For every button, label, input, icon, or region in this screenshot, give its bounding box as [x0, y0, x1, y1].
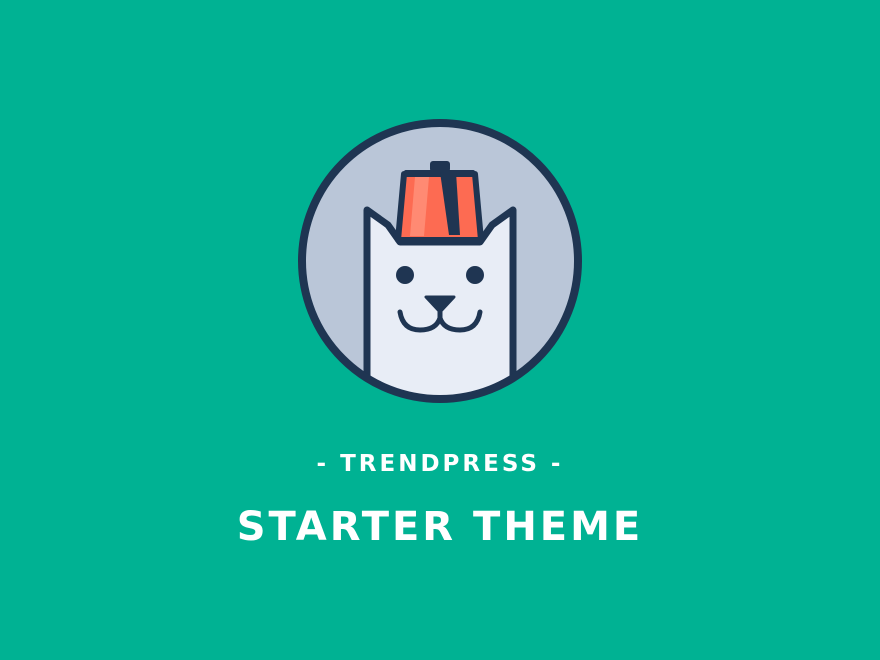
fez-hat — [395, 161, 484, 243]
splash-screen: - TRENDPRESS - STARTER THEME — [0, 0, 880, 660]
brand-title: STARTER THEME — [236, 504, 644, 550]
cat-with-fez-icon — [298, 119, 582, 403]
brand-subtitle: - TRENDPRESS - — [316, 451, 564, 477]
